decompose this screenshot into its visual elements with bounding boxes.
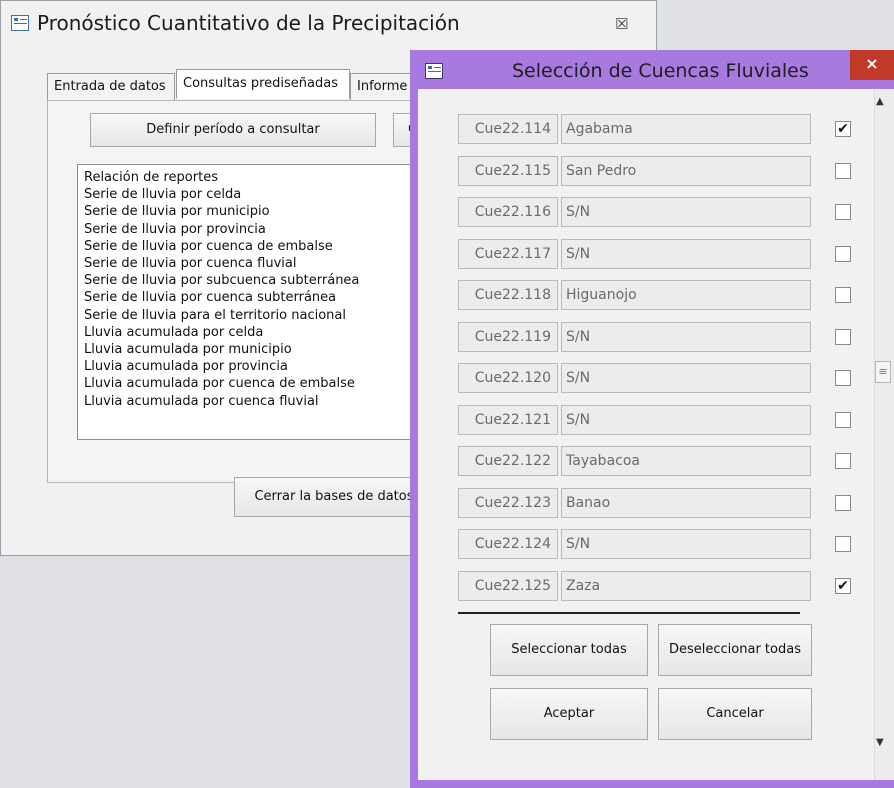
tab-consultas-predisenadas[interactable]: Consultas prediseñadas — [176, 69, 350, 99]
cuenca-code-field: Cue22.123 — [458, 488, 558, 518]
cuenca-code-field: Cue22.125 — [458, 571, 558, 601]
main-window-title: Pronóstico Cuantitativo de la Precipitac… — [37, 11, 460, 35]
cuenca-checkbox[interactable]: ✔ — [835, 578, 851, 594]
cuenca-code-field: Cue22.114 — [458, 114, 558, 144]
list-item[interactable]: Serie de lluvia para el territorio nacio… — [78, 307, 416, 324]
list-item[interactable]: Lluvia acumulada por cuenca fluvial — [78, 393, 416, 410]
define-period-button[interactable]: Definir período a consultar — [90, 113, 376, 147]
close-database-button[interactable]: Cerrar la bases de datos — [234, 477, 434, 517]
list-item[interactable]: Lluvia acumulada por cuenca de embalse — [78, 375, 416, 392]
list-item[interactable]: Serie de lluvia por provincia — [78, 221, 416, 238]
select-all-button[interactable]: Seleccionar todas — [490, 624, 648, 676]
cuenca-checkbox[interactable] — [835, 163, 851, 179]
cuenca-name-field: S/N — [561, 239, 811, 269]
cuenca-name-field: S/N — [561, 529, 811, 559]
list-item[interactable]: Serie de lluvia por cuenca fluvial — [78, 255, 416, 272]
cuenca-name-field: Agabama — [561, 114, 811, 144]
close-icon[interactable]: ☒ — [615, 15, 628, 33]
cuenca-name-field: Higuanojo — [561, 280, 811, 310]
cuenca-checkbox[interactable] — [835, 370, 851, 386]
form-icon — [425, 63, 443, 79]
scroll-thumb[interactable]: ≡ — [875, 361, 891, 383]
cuenca-checkbox[interactable] — [835, 287, 851, 303]
tab-entrada-de-datos[interactable]: Entrada de datos — [47, 73, 175, 101]
accept-button[interactable]: Aceptar — [490, 688, 648, 740]
list-item[interactable]: Relación de reportes — [78, 169, 416, 186]
list-item[interactable]: Serie de lluvia por celda — [78, 186, 416, 203]
divider — [458, 612, 800, 614]
scroll-down-icon[interactable]: ▼ — [876, 737, 884, 748]
cuenca-checkbox[interactable]: ✔ — [835, 121, 851, 137]
cuenca-code-field: Cue22.119 — [458, 322, 558, 352]
list-item[interactable]: Serie de lluvia por subcuenca subterráne… — [78, 272, 416, 289]
list-item[interactable]: Lluvia acumulada por celda — [78, 324, 416, 341]
cuenca-checkbox[interactable] — [835, 246, 851, 262]
close-button[interactable]: × — [850, 50, 894, 80]
list-item[interactable]: Serie de lluvia por cuenca de embalse — [78, 238, 416, 255]
cuenca-name-field: Zaza — [561, 571, 811, 601]
cuenca-code-field: Cue22.118 — [458, 280, 558, 310]
list-item[interactable]: Serie de lluvia por municipio — [78, 203, 416, 220]
cancel-button[interactable]: Cancelar — [658, 688, 812, 740]
dialog-title: Selección de Cuencas Fluviales — [512, 60, 809, 82]
cuenca-name-field: S/N — [561, 405, 811, 435]
cuenca-code-field: Cue22.116 — [458, 197, 558, 227]
form-icon — [11, 15, 29, 31]
queries-listbox[interactable]: Relación de reportes Serie de lluvia por… — [77, 164, 417, 440]
cuenca-checkbox[interactable] — [835, 204, 851, 220]
cuenca-code-field: Cue22.117 — [458, 239, 558, 269]
cuenca-name-field: Tayabacoa — [561, 446, 811, 476]
cuenca-checkbox[interactable] — [835, 495, 851, 511]
cuenca-code-field: Cue22.122 — [458, 446, 558, 476]
cuenca-name-field: S/N — [561, 363, 811, 393]
deselect-all-button[interactable]: Deseleccionar todas — [658, 624, 812, 676]
cuenca-name-field: San Pedro — [561, 156, 811, 186]
cuenca-checkbox[interactable] — [835, 453, 851, 469]
cuenca-name-field: S/N — [561, 197, 811, 227]
cuenca-code-field: Cue22.124 — [458, 529, 558, 559]
vertical-scrollbar[interactable] — [874, 89, 894, 780]
cuenca-code-field: Cue22.120 — [458, 363, 558, 393]
cuenca-checkbox[interactable] — [835, 536, 851, 552]
list-item[interactable]: Lluvia acumulada por municipio — [78, 341, 416, 358]
cuenca-checkbox[interactable] — [835, 412, 851, 428]
cuenca-checkbox[interactable] — [835, 329, 851, 345]
cuenca-name-field: S/N — [561, 322, 811, 352]
list-item[interactable]: Lluvia acumulada por provincia — [78, 358, 416, 375]
tab-informe[interactable]: Informe — [350, 73, 412, 101]
cuenca-name-field: Banao — [561, 488, 811, 518]
list-item[interactable]: Serie de lluvia por cuenca subterránea — [78, 289, 416, 306]
cuenca-code-field: Cue22.115 — [458, 156, 558, 186]
scroll-up-icon[interactable]: ▲ — [876, 96, 884, 107]
cuenca-code-field: Cue22.121 — [458, 405, 558, 435]
